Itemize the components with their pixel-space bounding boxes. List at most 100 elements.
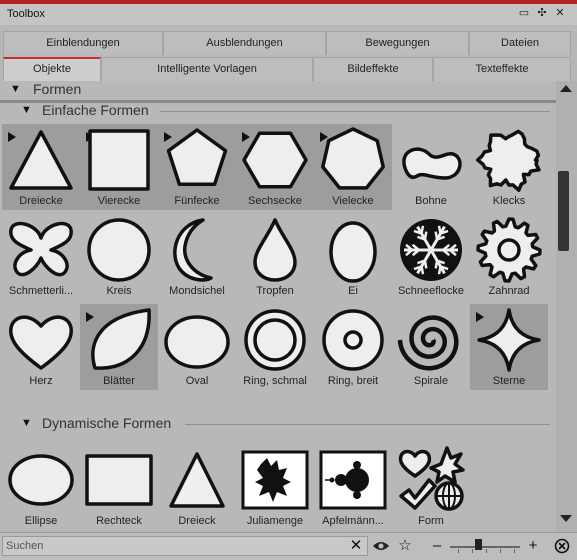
tab-row-bottom: Objekte Intelligente Vorlagen Bildeffekt… (0, 57, 577, 81)
zoom-tick (486, 549, 487, 553)
shape-tile-snowflake[interactable]: Schneeflocke (392, 214, 470, 300)
star-icon (477, 308, 541, 372)
shape-tile-crescent[interactable]: Mondsichel (158, 214, 236, 300)
shape-tile-label: Klecks (492, 195, 526, 207)
circle-icon (87, 218, 151, 282)
shape-tile-heart[interactable]: Herz (2, 304, 80, 390)
shape-tile-label: Herz (29, 375, 53, 387)
collapse-arrow-icon[interactable]: ▼ (10, 83, 21, 95)
butterfly-icon (9, 221, 73, 277)
hexagon-icon (242, 131, 308, 189)
shape-tile-star[interactable]: Sterne (470, 304, 548, 390)
pentagon-icon (166, 128, 228, 187)
section-dynamische-label: Dynamische Formen (42, 415, 172, 431)
shape-tile-butterfly[interactable]: Schmetterli... (2, 214, 80, 300)
shape-tile-label: Vielecke (332, 195, 374, 207)
shape-tile-spiral[interactable]: Spirale (392, 304, 470, 390)
scroll-up-icon[interactable] (560, 85, 572, 92)
shape-tile-label: Schmetterli... (8, 285, 74, 297)
shape-tile-triangle[interactable]: Dreiecke (2, 124, 80, 210)
shape-tile-leaf[interactable]: Blätter (80, 304, 158, 390)
crescent-icon (173, 218, 213, 282)
shape-tile-label: Tropfen (256, 285, 294, 297)
drop-icon (253, 218, 297, 282)
section-formen[interactable]: ▼ Formen (0, 81, 556, 99)
zoom-in-icon[interactable]: + (526, 535, 540, 557)
shape-tile-ellipse[interactable]: Ellipse (2, 444, 80, 530)
shape-tile-label: Oval (185, 375, 209, 387)
tab-bewegungen[interactable]: Bewegungen (326, 31, 469, 55)
oval-icon (164, 315, 230, 369)
shape-tile-circle[interactable]: Kreis (80, 214, 158, 300)
shape-tile-drop[interactable]: Tropfen (236, 214, 314, 300)
shape-tile-bean[interactable]: Bohne (392, 124, 470, 210)
shape-tile-mandelbrot[interactable]: Apfelmänn... (314, 444, 392, 530)
shape-tile-shape-collection[interactable]: Form (392, 444, 470, 530)
tab-ausblendungen[interactable]: Ausblendungen (163, 31, 326, 55)
triangle-icon (9, 130, 73, 190)
shape-tile-label: Ring, breit (327, 375, 379, 387)
shape-tile-triangle-outline[interactable]: Dreieck (158, 444, 236, 530)
shape-tile-label: Form (418, 515, 444, 527)
shape-tile-blob[interactable]: Klecks (470, 124, 548, 210)
vertical-scrollbar[interactable] (556, 81, 577, 532)
tab-objekte[interactable]: Objekte (3, 57, 101, 81)
shape-tile-label: Ei (348, 285, 358, 297)
shape-browser: ▼ Formen ▼ Einfache Formen Dreiecke Viere… (0, 81, 556, 532)
triangle-outline-icon (169, 452, 225, 508)
close-icon[interactable]: ✕ (553, 6, 567, 22)
pin-icon[interactable]: ✣ (535, 6, 549, 22)
scroll-down-icon[interactable] (560, 515, 572, 522)
zoom-slider-track[interactable] (450, 546, 520, 548)
window-title: Toolbox (7, 8, 45, 20)
shape-tile-wide-ring[interactable]: Ring, breit (314, 304, 392, 390)
shape-tile-label: Sechsecke (248, 195, 302, 207)
tab-texteffekte[interactable]: Texteffekte (433, 57, 571, 81)
restore-icon[interactable]: ▭ (517, 6, 531, 22)
shape-tile-hexagon[interactable]: Sechsecke (236, 124, 314, 210)
zoom-out-icon[interactable]: – (430, 535, 444, 557)
clear-search-icon[interactable]: ✕ (346, 535, 366, 557)
shape-tile-label: Dreieck (178, 515, 216, 527)
tab-row-top: Einblendungen Ausblendungen Bewegungen D… (0, 31, 577, 55)
eye-icon[interactable] (370, 535, 392, 557)
shape-tile-oval[interactable]: Oval (158, 304, 236, 390)
search-input[interactable] (2, 536, 368, 556)
collapse-arrow-icon[interactable]: ▼ (21, 417, 32, 429)
section-einfache-label: Einfache Formen (42, 102, 149, 118)
tab-bildeffekte[interactable]: Bildeffekte (313, 57, 433, 81)
shape-tile-square[interactable]: Vierecke (80, 124, 158, 210)
title-bar: Toolbox ▭ ✣ ✕ (0, 4, 577, 25)
tab-dateien[interactable]: Dateien (469, 31, 571, 55)
shape-tile-label: Rechteck (96, 515, 142, 527)
shape-tile-label: Ellipse (24, 515, 58, 527)
shape-tile-label: Dreiecke (19, 195, 63, 207)
shape-tile-julia-set[interactable]: Juliamenge (236, 444, 314, 530)
shape-tile-label: Juliamenge (246, 515, 304, 527)
shape-tile-egg[interactable]: Ei (314, 214, 392, 300)
tab-einblendungen[interactable]: Einblendungen (3, 31, 163, 55)
blob-icon (475, 129, 541, 192)
scrollbar-thumb[interactable] (558, 171, 569, 251)
favorite-star-icon[interactable]: ☆ (394, 535, 416, 557)
zoom-tick (514, 549, 515, 553)
shape-tile-label: Ring, schmal (243, 375, 307, 387)
shape-tile-rectangle[interactable]: Rechteck (80, 444, 158, 530)
snowflake-icon (400, 219, 462, 281)
section-divider (160, 111, 550, 112)
collapse-arrow-icon[interactable]: ▼ (21, 104, 32, 116)
shape-tile-label: Vierecke (97, 195, 141, 207)
shape-tile-heptagon[interactable]: Vielecke (314, 124, 392, 210)
shape-tile-thin-ring[interactable]: Ring, schmal (236, 304, 314, 390)
egg-icon (329, 221, 377, 283)
shape-tile-label: Apfelmänn... (322, 515, 384, 527)
zoom-slider-handle[interactable] (475, 539, 482, 550)
section-divider (185, 424, 550, 425)
spiral-icon (397, 315, 459, 371)
shape-tile-label: Bohne (415, 195, 447, 207)
julia-set-icon (241, 450, 309, 510)
shape-tile-gear[interactable]: Zahnrad (470, 214, 548, 300)
zoom-fit-icon[interactable] (552, 535, 572, 557)
shape-tile-pentagon[interactable]: Fünfecke (158, 124, 236, 210)
tab-intelligente-vorlagen[interactable]: Intelligente Vorlagen (101, 57, 313, 81)
